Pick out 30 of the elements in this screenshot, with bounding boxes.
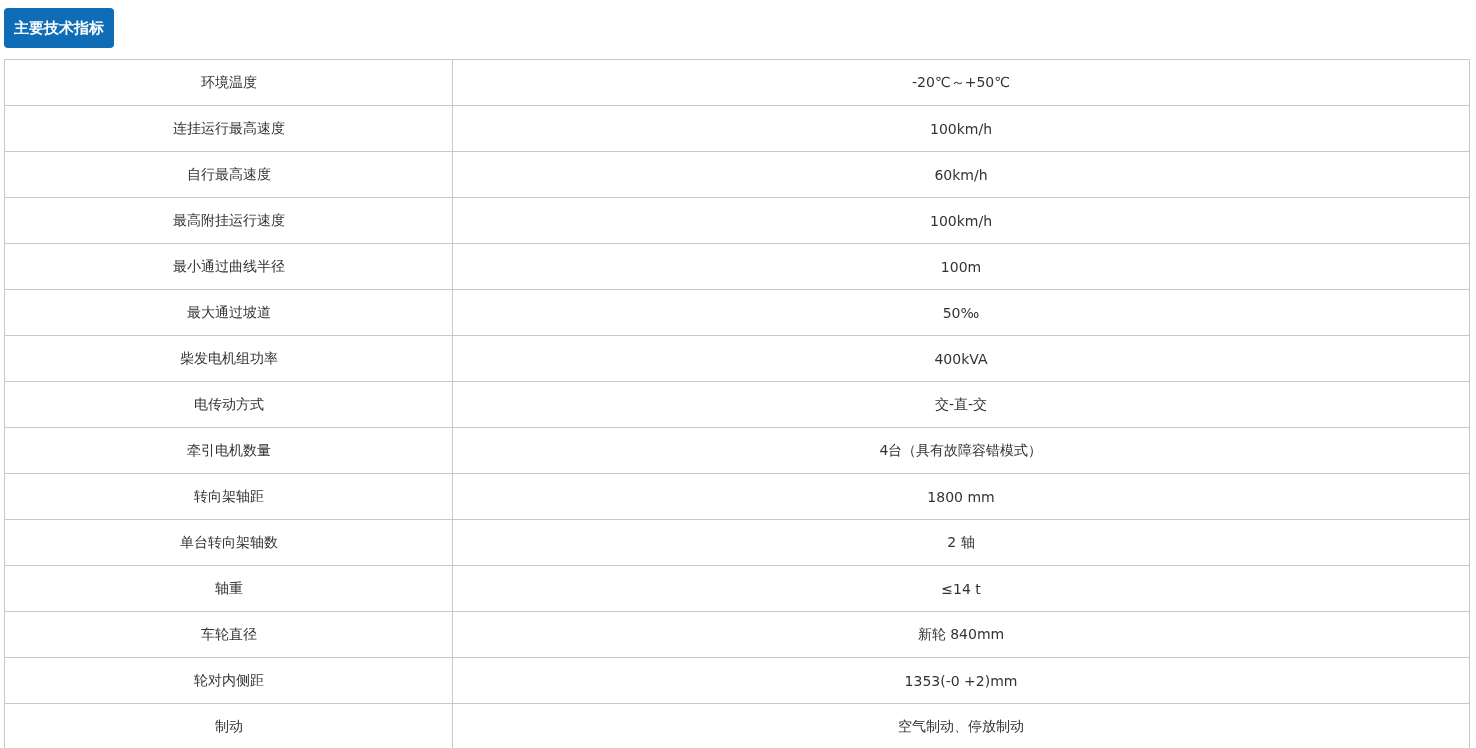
table-cell: 新轮 840mm: [452, 611, 1470, 658]
table-cell: 4台（具有故障容错模式）: [452, 427, 1470, 474]
table-cell: 400kVA: [452, 335, 1470, 382]
table-cell: 柴发电机组功率: [4, 335, 453, 382]
table-cell: 最高附挂运行速度: [4, 197, 453, 244]
table-cell: 100m: [452, 243, 1470, 290]
table-cell: 单台转向架轴数: [4, 519, 453, 566]
table-cell: 自行最高速度: [4, 151, 453, 198]
table-cell: 最小通过曲线半径: [4, 243, 453, 290]
table-cell: 2 轴: [452, 519, 1470, 566]
table-cell: 100km/h: [452, 197, 1470, 244]
table-cell: 车轮直径: [4, 611, 453, 658]
table-cell: 轴重: [4, 565, 453, 612]
table-cell: 牵引电机数量: [4, 427, 453, 474]
table-cell: 交-直-交: [452, 381, 1470, 428]
table-cell: 连挂运行最高速度: [4, 105, 453, 152]
table-cell: 环境温度: [4, 59, 453, 106]
table-cell: 电传动方式: [4, 381, 453, 428]
table-cell: 50‰: [452, 289, 1470, 336]
table-cell: ≤14 t: [452, 565, 1470, 612]
table-cell: 最大通过坡道: [4, 289, 453, 336]
table-cell: 60km/h: [452, 151, 1470, 198]
table-cell: 100km/h: [452, 105, 1470, 152]
section-tab-button[interactable]: 主要技术指标: [4, 8, 114, 48]
table-cell: -20℃～+50℃: [452, 59, 1470, 106]
table-cell: 1353(-0 +2)mm: [452, 657, 1470, 704]
table-cell: 制动: [4, 703, 453, 748]
table-cell: 转向架轴距: [4, 473, 453, 520]
table-cell: 轮对内侧距: [4, 657, 453, 704]
table-cell: 1800 mm: [452, 473, 1470, 520]
